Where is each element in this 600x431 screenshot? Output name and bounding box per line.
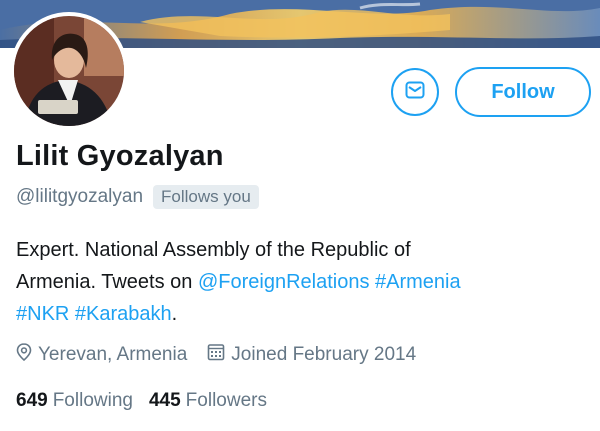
location-pin-icon (16, 343, 38, 367)
message-icon (405, 81, 425, 104)
handle-row: @lilitgyozalyan Follows you (16, 185, 259, 209)
bio-line-1: Expert. National Assembly of the Republi… (16, 239, 411, 261)
followers-stat[interactable]: 445 Followers (149, 390, 267, 412)
profile-name: Lilit Gyozalyan (16, 140, 224, 172)
location-item: Yerevan, Armenia (16, 343, 187, 367)
hashtag-karabakh[interactable]: #Karabakh (75, 303, 172, 325)
following-count: 649 (16, 390, 48, 411)
profile-meta: Yerevan, Armenia Joined February 2014 (16, 343, 436, 367)
followers-label: Followers (185, 390, 267, 411)
joined-item: Joined February 2014 (207, 343, 416, 367)
bio-text: Armenia. Tweets on (16, 271, 198, 293)
profile-stats: 649 Following 445 Followers (16, 390, 283, 412)
bio-end: . (171, 303, 178, 325)
mention-link[interactable]: @ForeignRelations (198, 271, 370, 293)
follow-button[interactable]: Follow (455, 67, 591, 117)
avatar-image (14, 16, 124, 126)
following-label: Following (52, 390, 133, 411)
profile-handle: @lilitgyozalyan (16, 186, 144, 207)
hashtag-nkr[interactable]: #NKR (16, 303, 69, 325)
hashtag-armenia[interactable]: #Armenia (375, 271, 461, 293)
follows-you-badge: Follows you (153, 185, 259, 209)
joined-text: Joined February 2014 (231, 344, 417, 365)
calendar-icon (207, 343, 231, 367)
following-stat[interactable]: 649 Following (16, 390, 133, 412)
message-button[interactable] (391, 68, 439, 116)
location-text: Yerevan, Armenia (38, 344, 188, 365)
followers-count: 445 (148, 390, 181, 411)
avatar[interactable] (10, 12, 128, 130)
profile-bio: Expert. National Assembly of the Republi… (16, 234, 586, 330)
